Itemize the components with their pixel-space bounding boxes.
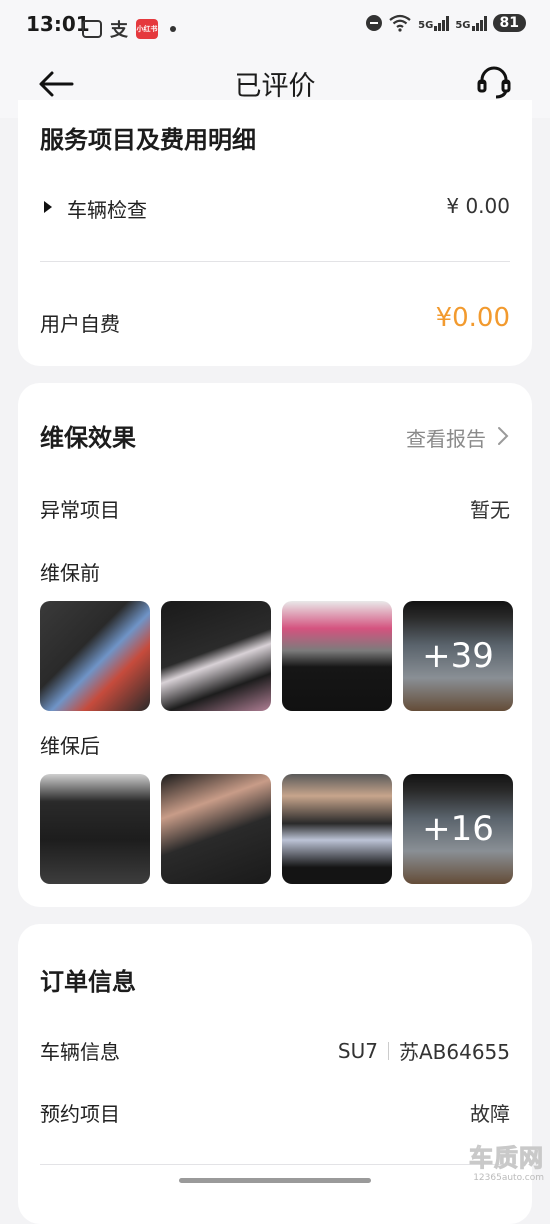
service-item-label[interactable]: 车辆检查 <box>67 194 147 223</box>
service-fee-card: 服务项目及费用明细 车辆检查 ¥ 0.00 用户自费 ¥0.00 <box>18 100 532 366</box>
wifi-icon <box>389 14 411 32</box>
divider <box>40 261 510 262</box>
watermark-url: 12365auto.com <box>473 1173 544 1183</box>
after-photo-1[interactable] <box>40 774 150 884</box>
after-photo-3[interactable] <box>282 774 392 884</box>
abnormal-items-label: 异常项目 <box>40 498 120 522</box>
battery-icon: 81 <box>492 14 526 32</box>
after-photo-4[interactable]: +16 <box>403 774 513 884</box>
chevron-right-icon[interactable] <box>496 425 510 447</box>
before-photo-1[interactable] <box>40 601 150 711</box>
user-fee-value: ¥0.00 <box>435 303 510 333</box>
watermark: 车质网 12365auto.com <box>469 1138 545 1184</box>
before-maintenance-label: 维保前 <box>40 561 100 585</box>
alipay-icon: 支 <box>110 20 128 41</box>
screenshot-icon <box>82 20 102 38</box>
xiaohongshu-icon: 小红书 <box>136 19 158 39</box>
signal-2-icon: 5G <box>455 15 487 31</box>
maintenance-title: 维保效果 <box>40 424 136 452</box>
maintenance-result-card: 维保效果 查看报告 异常项目 暂无 维保前 +39 维保后 +16 <box>18 383 532 907</box>
vehicle-model: SU7 <box>337 1038 378 1063</box>
notification-dot-icon <box>170 26 176 32</box>
user-fee-label: 用户自费 <box>40 312 120 336</box>
before-photo-3[interactable] <box>282 601 392 711</box>
status-bar: 13:01 支 小红书 5G 5G 81 <box>0 0 550 52</box>
after-maintenance-label: 维保后 <box>40 734 100 758</box>
vehicle-info-value: SU7 苏AB64655 <box>338 1036 510 1065</box>
before-more-count[interactable]: +39 <box>403 601 513 711</box>
signal-1-icon: 5G <box>418 15 450 31</box>
view-report-link[interactable]: 查看报告 <box>406 423 486 452</box>
before-photo-4[interactable]: +39 <box>403 601 513 711</box>
abnormal-items-value: 暂无 <box>470 498 510 522</box>
before-photo-2[interactable] <box>161 601 271 711</box>
expand-triangle-icon[interactable] <box>44 201 52 213</box>
customer-service-headset-icon[interactable] <box>476 64 512 100</box>
appointment-value: 故障 <box>470 1102 510 1126</box>
divider <box>40 1164 510 1165</box>
vehicle-plate: 苏AB64655 <box>398 1040 510 1064</box>
separator <box>387 1041 389 1060</box>
after-photo-2[interactable] <box>161 774 271 884</box>
watermark-logo: 车质网 <box>469 1144 544 1173</box>
home-indicator[interactable] <box>179 1178 371 1183</box>
appointment-label: 预约项目 <box>40 1102 120 1126</box>
page-title: 已评价 <box>234 71 316 102</box>
service-item-price: ¥ 0.00 <box>446 194 510 218</box>
status-time: 13:01 <box>26 12 90 36</box>
service-fee-title: 服务项目及费用明细 <box>40 126 256 154</box>
order-info-title: 订单信息 <box>40 968 136 996</box>
do-not-disturb-icon <box>366 15 383 31</box>
after-more-count[interactable]: +16 <box>403 774 513 884</box>
vehicle-info-label: 车辆信息 <box>40 1040 120 1064</box>
